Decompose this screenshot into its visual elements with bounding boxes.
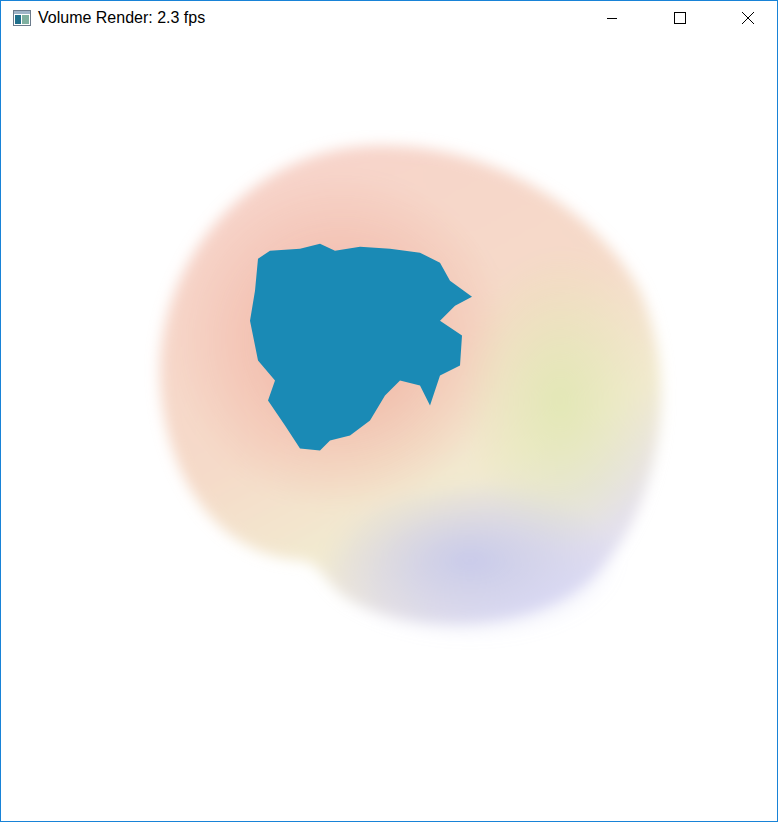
close-button[interactable] bbox=[725, 2, 771, 34]
maximize-icon bbox=[673, 11, 687, 25]
close-icon bbox=[741, 11, 755, 25]
app-icon bbox=[13, 10, 31, 26]
minimize-button[interactable] bbox=[589, 2, 635, 34]
volume-body bbox=[160, 146, 661, 641]
app-window: Volume Render: 2.3 fps bbox=[0, 0, 778, 822]
volume-render-canvas[interactable] bbox=[1, 34, 777, 821]
title-bar[interactable]: Volume Render: 2.3 fps bbox=[1, 1, 777, 34]
minimize-icon bbox=[606, 12, 618, 24]
window-title: Volume Render: 2.3 fps bbox=[38, 6, 205, 30]
render-area bbox=[1, 34, 777, 821]
isosurface-blob bbox=[250, 244, 472, 451]
maximize-button[interactable] bbox=[657, 2, 703, 34]
